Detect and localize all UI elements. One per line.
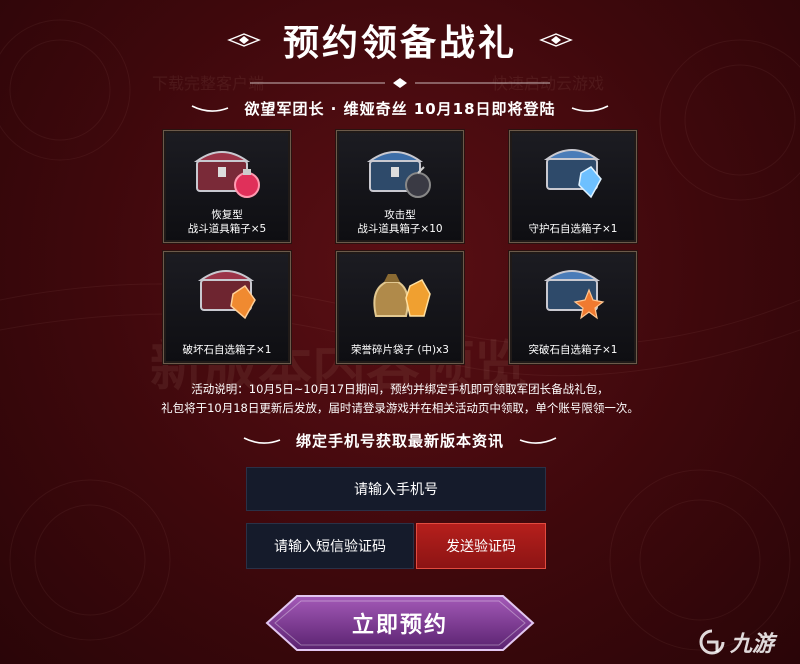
- left-swoosh-icon: [243, 437, 281, 444]
- reward-label-line1: 攻击型: [384, 209, 416, 221]
- event-description: 活动说明：10月5日~10月17日期间，预约并绑定手机即可领取军团长备战礼包， …: [0, 380, 800, 418]
- description-line2: 礼包将于10月18日更新后发放，届时请登录游戏并在相关活动页中领取，单个账号限领…: [161, 401, 639, 415]
- reward-label-line2: 战斗道具箱子×5: [187, 223, 267, 235]
- reward-card: 攻击型 战斗道具箱子×10: [336, 130, 464, 243]
- reward-label-line1: 恢复型: [211, 209, 243, 221]
- bind-section-heading-row: 绑定手机号获取最新版本资讯: [0, 428, 800, 452]
- description-line1: 活动说明：10月5日~10月17日期间，预约并绑定手机即可领取军团长备战礼包，: [191, 382, 609, 396]
- shard-pouch-icon: [373, 274, 431, 317]
- red-chest-with-orange-crystal-icon: [197, 270, 256, 320]
- right-diamond-ornament-icon: [539, 33, 573, 47]
- left-swoosh-icon: [192, 105, 229, 112]
- jiuyou-watermark: 九游: [698, 622, 796, 662]
- red-chest-with-potion-icon: [193, 151, 260, 198]
- reward-card: 恢复型 战斗道具箱子×5: [163, 130, 291, 243]
- reward-label-line2: 战斗道具箱子×10: [357, 223, 443, 235]
- blue-chest-with-bomb-icon: [366, 151, 431, 198]
- reward-card: 突破石自选箱子×1: [509, 251, 637, 364]
- jiuyou-logo-icon: [699, 629, 725, 655]
- right-swoosh-icon: [571, 105, 608, 112]
- right-swoosh-icon: [519, 437, 557, 444]
- blue-chest-with-crystal-icon: [543, 149, 602, 199]
- reward-card: 破坏石自选箱子×1: [163, 251, 291, 364]
- page-title: 预约领备战礼: [282, 22, 517, 64]
- title-row: 预约领备战礼: [0, 10, 800, 70]
- subtitle-row: 欲望军团长 · 维娅奇丝 10月18日即将登陆: [0, 96, 800, 120]
- reward-label-line2: 破坏石自选箱子×1: [182, 344, 272, 356]
- sms-code-input[interactable]: 请输入短信验证码: [246, 523, 414, 569]
- ghost-text-left: 下载完整客户端: [152, 74, 265, 93]
- phone-number-input[interactable]: 请输入手机号: [246, 467, 546, 511]
- bind-section-heading: 绑定手机号获取最新版本资讯: [295, 431, 504, 450]
- left-diamond-ornament-icon: [227, 33, 261, 47]
- blue-chest-with-star-crystal-icon: [543, 270, 605, 320]
- reward-grid: 恢复型 战斗道具箱子×5 攻击型 战斗道具箱子×10 守护石自选箱子×1 破坏石…: [163, 130, 637, 364]
- reserve-now-button[interactable]: 立即预约: [261, 592, 539, 654]
- reward-card: 荣誉碎片袋子 (中)x3: [336, 251, 464, 364]
- reward-label-line2: 守护石自选箱子×1: [528, 223, 618, 235]
- title-divider: [250, 78, 550, 88]
- reserve-button-label: 立即预约: [351, 613, 448, 638]
- reward-label-line2: 突破石自选箱子×1: [528, 344, 618, 356]
- reward-card: 守护石自选箱子×1: [509, 130, 637, 243]
- send-code-button[interactable]: 发送验证码: [416, 523, 546, 569]
- subtitle: 欲望军团长 · 维娅奇丝 10月18日即将登陆: [244, 99, 556, 118]
- reward-label-line2: 荣誉碎片袋子 (中)x3: [351, 344, 449, 356]
- watermark-text: 九游: [730, 632, 775, 657]
